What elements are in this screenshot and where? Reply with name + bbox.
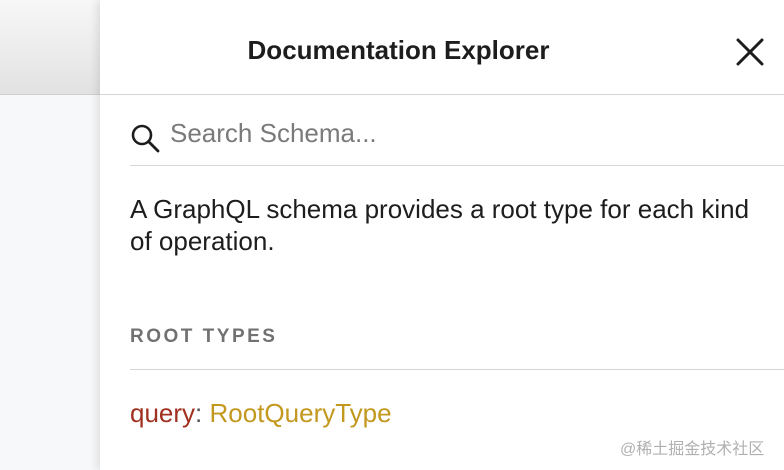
documentation-explorer-panel: Documentation Explorer A GraphQL schema … (100, 0, 784, 470)
field-separator: : (195, 398, 210, 428)
section-divider (130, 369, 784, 370)
root-type-item-query: query: RootQueryType (130, 396, 392, 430)
type-name-link[interactable]: RootQueryType (210, 398, 392, 428)
search-icon (131, 124, 160, 153)
search-bar (130, 96, 784, 166)
editor-pane (0, 0, 100, 470)
doc-explorer-header: Documentation Explorer (100, 0, 784, 95)
close-button[interactable] (734, 36, 766, 68)
close-icon (736, 38, 764, 66)
editor-toolbar (0, 0, 100, 95)
schema-description: A GraphQL schema provides a root type fo… (130, 194, 750, 256)
field-name-link[interactable]: query (130, 398, 195, 428)
root-types-heading: ROOT TYPES (130, 326, 278, 347)
doc-explorer-title: Documentation Explorer (247, 35, 550, 65)
search-input[interactable] (170, 116, 770, 150)
watermark: @稀土掘金技术社区 (620, 441, 765, 458)
